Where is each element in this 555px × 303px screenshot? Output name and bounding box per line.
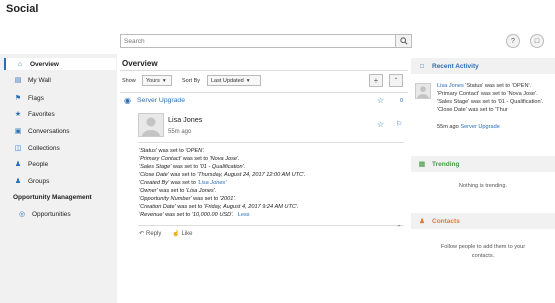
flag-icon: ⚑ bbox=[14, 95, 22, 102]
help-button[interactable]: ? bbox=[506, 34, 520, 48]
sidebar-item-favorites[interactable]: ★ Favorites bbox=[4, 108, 116, 120]
sidebar-item-label: Collections bbox=[28, 144, 60, 152]
sidebar-item-label: People bbox=[28, 160, 49, 168]
post-author[interactable]: Lisa Jones bbox=[168, 115, 202, 124]
person-icon bbox=[142, 117, 160, 136]
sort-value: Last Updated bbox=[211, 77, 244, 84]
sidebar-item-label: Groups bbox=[28, 177, 50, 185]
conversations-icon: ▣ bbox=[14, 128, 22, 135]
recent-activity-text: Lisa Jones 'Status' was set to 'OPEN'. '… bbox=[437, 83, 544, 113]
post-change-line: 'Primary Contact' was set to 'Nova Jose'… bbox=[139, 156, 240, 162]
reply-button[interactable]: ↶ Reply bbox=[139, 230, 161, 238]
contacts-header: ♟ Contacts bbox=[411, 213, 555, 229]
help-icon: ? bbox=[511, 37, 515, 45]
show-select[interactable]: Yours ▾ bbox=[142, 75, 172, 86]
collections-icon: ◫ bbox=[14, 145, 22, 152]
post-change-line: 'Opportunity Number' was set to '2001'. bbox=[139, 196, 236, 202]
sort-label: Sort By bbox=[182, 78, 201, 84]
less-link[interactable]: Less bbox=[238, 212, 250, 218]
sidebar-section-title: Opportunity Management bbox=[13, 194, 92, 201]
plus-icon: + bbox=[373, 76, 379, 85]
chat-icon: □ bbox=[420, 62, 424, 70]
sidebar-item-label: Conversations bbox=[28, 127, 70, 135]
add-button[interactable]: + bbox=[369, 74, 383, 87]
contact-icon: ♟ bbox=[419, 218, 425, 225]
divider bbox=[138, 142, 404, 143]
post-group-link[interactable]: Server Upgrade bbox=[137, 97, 185, 104]
divider bbox=[120, 70, 408, 71]
avatar bbox=[138, 113, 164, 137]
sidebar-item-conversations[interactable]: ▣ Conversations bbox=[4, 125, 116, 137]
star-icon: ★ bbox=[14, 111, 22, 118]
sidebar-item-label: Flags bbox=[28, 94, 44, 102]
opportunity-icon: ◎ bbox=[18, 211, 26, 218]
trending-icon: ▤ bbox=[418, 161, 426, 168]
window-icon: □ bbox=[534, 37, 540, 45]
collapse-all-button[interactable]: ⌃ bbox=[389, 74, 403, 87]
flag-icon[interactable]: ⚐ bbox=[396, 120, 402, 128]
recent-activity-header: □ Recent Activity bbox=[411, 58, 555, 74]
post-time: 55m ago bbox=[168, 129, 192, 135]
search-button[interactable] bbox=[395, 35, 411, 47]
sidebar-item-label: Opportunities bbox=[32, 210, 71, 218]
star-icon[interactable]: ☆ bbox=[377, 120, 384, 129]
group-count: 0 bbox=[400, 98, 404, 104]
sidebar-item-people[interactable]: ♟ People bbox=[4, 158, 116, 170]
favorite-star-icon[interactable]: ☆ bbox=[377, 96, 384, 105]
divider bbox=[138, 225, 404, 226]
post-change-line: 'Sales Stage' was set to '01 - Qualifica… bbox=[139, 164, 246, 170]
person-icon bbox=[417, 86, 429, 98]
sidebar-item-my-wall[interactable]: ▤ My Wall bbox=[4, 74, 116, 86]
chevron-down-icon: ▾ bbox=[162, 77, 166, 84]
double-chevron-up-icon: ⌃ bbox=[393, 78, 399, 84]
search-input[interactable] bbox=[121, 35, 391, 47]
page-title: Overview bbox=[122, 59, 158, 68]
post-change-line: 'Revenue' was set to '10,000.00 USD'. Les… bbox=[139, 212, 250, 218]
post-change-line: 'Creation Date' was set to 'Friday, Augu… bbox=[139, 204, 299, 210]
trending-header: ▤ Trending bbox=[411, 156, 555, 172]
trending-empty-text: Nothing is trending. bbox=[458, 183, 508, 189]
sidebar-item-collections[interactable]: ◫ Collections bbox=[4, 142, 116, 154]
sidebar-item-flags[interactable]: ⚑ Flags bbox=[4, 92, 116, 104]
sidebar-item-label: My Wall bbox=[28, 76, 51, 84]
app-title: Social bbox=[6, 3, 39, 15]
home-icon: ⌂ bbox=[17, 60, 23, 68]
sidebar-item-opportunities[interactable]: ◎ Opportunities bbox=[4, 208, 116, 220]
search-box bbox=[120, 34, 412, 48]
sidebar-item-label: Overview bbox=[30, 60, 59, 68]
show-label: Show bbox=[122, 78, 136, 84]
search-icon bbox=[399, 37, 408, 45]
avatar bbox=[415, 83, 431, 99]
recent-group-link[interactable]: Server Upgrade bbox=[460, 124, 500, 130]
post-change-line: 'Created By' was set to 'Lisa Jones' bbox=[139, 180, 227, 186]
people-icon: ♟ bbox=[14, 161, 22, 168]
sort-select[interactable]: Last Updated ▾ bbox=[207, 75, 261, 86]
chevron-down-icon: ▾ bbox=[246, 77, 250, 84]
recent-activity-meta: 55m ago Server Upgrade bbox=[437, 124, 500, 130]
contacts-empty-text: contacts. bbox=[471, 253, 495, 259]
sidebar-item-overview[interactable]: ⌂ Overview bbox=[4, 58, 116, 70]
reply-icon: ↶ bbox=[139, 231, 145, 237]
contacts-empty-text: Follow people to add them to your bbox=[440, 244, 526, 250]
window-button[interactable]: □ bbox=[530, 34, 544, 48]
collapse-icon[interactable]: ⌃ bbox=[396, 224, 402, 232]
wall-icon: ▤ bbox=[14, 77, 22, 84]
divider bbox=[120, 92, 408, 93]
groups-icon: ♟ bbox=[14, 178, 22, 185]
like-button[interactable]: ☝ Like bbox=[172, 230, 193, 238]
group-icon: ◉ bbox=[124, 96, 131, 105]
thumbs-up-icon: ☝ bbox=[172, 231, 180, 237]
post-change-line: 'Owner' was set to 'Lisa Jones'. bbox=[139, 188, 217, 194]
sidebar-item-groups[interactable]: ♟ Groups bbox=[4, 175, 116, 187]
recent-author-link[interactable]: Lisa Jones bbox=[437, 83, 464, 89]
post-change-line: 'Status' was set to 'OPEN'. bbox=[139, 148, 205, 154]
sidebar-item-label: Favorites bbox=[28, 110, 55, 118]
show-value: Yours bbox=[146, 77, 160, 84]
post-change-line: 'Close Date' was set to 'Thursday, Augus… bbox=[139, 172, 306, 178]
